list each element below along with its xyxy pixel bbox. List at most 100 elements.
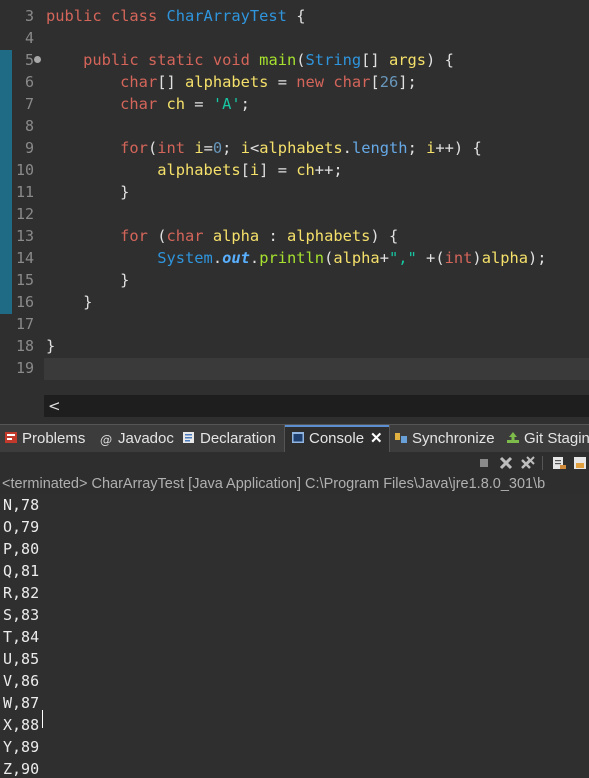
code-token: { bbox=[286, 7, 306, 25]
console-output[interactable]: N,78 O,79 P,80 Q,81 R,82 S,83 T,84 U,85 V,86 W,87… bbox=[0, 494, 589, 778]
code-token: . bbox=[249, 249, 260, 267]
code-token: length bbox=[351, 139, 408, 157]
console-output-line: W,87 bbox=[3, 694, 40, 712]
code-token: i bbox=[240, 139, 250, 157]
code-token: } bbox=[46, 337, 56, 355]
code-text: for (char alpha : alphabets) { bbox=[46, 225, 398, 247]
code-token: alphabets bbox=[185, 73, 269, 91]
text-caret bbox=[42, 710, 43, 728]
tab-git-staging[interactable]: Git Stagin bbox=[506, 425, 589, 453]
code-token: } bbox=[46, 293, 93, 311]
code-token: ; bbox=[407, 139, 427, 157]
problems-icon bbox=[5, 432, 17, 443]
close-icon[interactable]: ✕ bbox=[370, 425, 383, 453]
clear-console-icon[interactable] bbox=[551, 455, 567, 471]
code-token: ); bbox=[528, 249, 547, 267]
console-output-line: R,82 bbox=[3, 584, 40, 602]
code-token: ( bbox=[147, 139, 158, 157]
code-token: ++; bbox=[314, 161, 343, 179]
console-output-line: Y,89 bbox=[3, 738, 40, 756]
javadoc-icon: @ bbox=[100, 433, 112, 447]
code-token: 0 bbox=[212, 139, 223, 157]
scroll-lock-icon[interactable] bbox=[572, 455, 588, 471]
code-line: 11 } bbox=[0, 181, 589, 203]
line-number: 7 bbox=[24, 95, 34, 113]
code-token: ; bbox=[240, 95, 250, 113]
code-token: String bbox=[305, 51, 362, 69]
code-token: [ bbox=[240, 161, 250, 179]
code-token: static bbox=[147, 51, 213, 69]
code-token: ) { bbox=[370, 227, 399, 245]
code-token: . bbox=[212, 249, 223, 267]
code-line: 12 bbox=[0, 203, 589, 225]
remove-all-terminated-icon[interactable] bbox=[520, 455, 536, 471]
code-token: ( bbox=[324, 249, 334, 267]
toolbar-separator bbox=[542, 456, 543, 470]
code-line: 16 } bbox=[0, 291, 589, 313]
code-token: ch bbox=[296, 161, 315, 179]
code-token: 'A' bbox=[212, 95, 241, 113]
code-token: i bbox=[249, 161, 260, 179]
tab-declaration[interactable]: Declaration bbox=[182, 425, 276, 453]
line-number: 15 bbox=[15, 271, 34, 289]
synchronize-icon bbox=[395, 433, 407, 443]
fold-marker-icon[interactable] bbox=[34, 56, 41, 63]
tab-javadoc[interactable]: @ Javadoc bbox=[100, 425, 174, 453]
console-output-line: T,84 bbox=[3, 628, 40, 646]
code-token: = bbox=[268, 73, 297, 91]
line-number: 14 bbox=[15, 249, 34, 267]
line-number: 16 bbox=[15, 293, 34, 311]
code-token: main bbox=[259, 51, 297, 69]
code-token: int bbox=[444, 249, 473, 267]
terminate-icon[interactable] bbox=[476, 455, 492, 471]
tab-console[interactable]: Console ✕ bbox=[284, 425, 390, 453]
tab-label: Javadoc bbox=[118, 430, 174, 447]
code-token: for bbox=[120, 227, 158, 245]
code-text: public static void main(String[] args) { bbox=[46, 49, 454, 71]
line-number: 10 bbox=[15, 161, 34, 179]
code-token: char bbox=[120, 73, 158, 91]
remove-launch-icon[interactable] bbox=[498, 455, 514, 471]
code-token: [] bbox=[157, 73, 186, 91]
code-token: < bbox=[249, 139, 260, 157]
code-line: 7 char ch = 'A'; bbox=[0, 93, 589, 115]
code-text: char[] alphabets = new char[26]; bbox=[46, 71, 417, 93]
code-token: new bbox=[296, 73, 334, 91]
line-number: 4 bbox=[24, 29, 34, 47]
code-token: char bbox=[166, 227, 213, 245]
console-icon bbox=[292, 432, 304, 443]
console-status-line: <terminated> CharArrayTest [Java Applica… bbox=[0, 474, 589, 494]
code-token: alphabets bbox=[287, 227, 371, 245]
line-number: 12 bbox=[15, 205, 34, 223]
code-line: 15 } bbox=[0, 269, 589, 291]
code-line: 17 bbox=[0, 313, 589, 335]
scroll-left-icon[interactable]: < bbox=[48, 395, 61, 417]
console-output-line: X,88 bbox=[3, 716, 40, 734]
declaration-icon bbox=[183, 432, 194, 443]
tab-synchronize[interactable]: Synchronize bbox=[394, 425, 495, 453]
code-token: public bbox=[83, 51, 148, 69]
code-text: System.out.println(alpha+"," +(int)alpha… bbox=[46, 247, 547, 269]
code-token: for bbox=[120, 139, 148, 157]
line-number: 18 bbox=[15, 337, 34, 355]
line-number: 3 bbox=[24, 7, 34, 25]
code-token: . bbox=[342, 139, 352, 157]
code-line: 13 for (char alpha : alphabets) { bbox=[0, 225, 589, 247]
horizontal-scrollbar[interactable]: < bbox=[44, 395, 589, 417]
code-text: } bbox=[46, 291, 92, 313]
code-text: } bbox=[46, 269, 129, 291]
code-text: } bbox=[46, 181, 129, 203]
code-token: ( bbox=[296, 51, 306, 69]
views-tab-bar: Problems @ Javadoc Declaration Console ✕ S… bbox=[0, 424, 589, 453]
tab-problems[interactable]: Problems bbox=[4, 425, 85, 453]
code-token: ) { bbox=[426, 51, 454, 69]
code-editor[interactable]: 3 public class CharArrayTest {4 5 public s… bbox=[0, 0, 589, 420]
code-token: alpha bbox=[212, 227, 260, 245]
line-number: 17 bbox=[15, 315, 34, 333]
code-token: +( bbox=[416, 249, 445, 267]
console-output-line: S,83 bbox=[3, 606, 40, 624]
